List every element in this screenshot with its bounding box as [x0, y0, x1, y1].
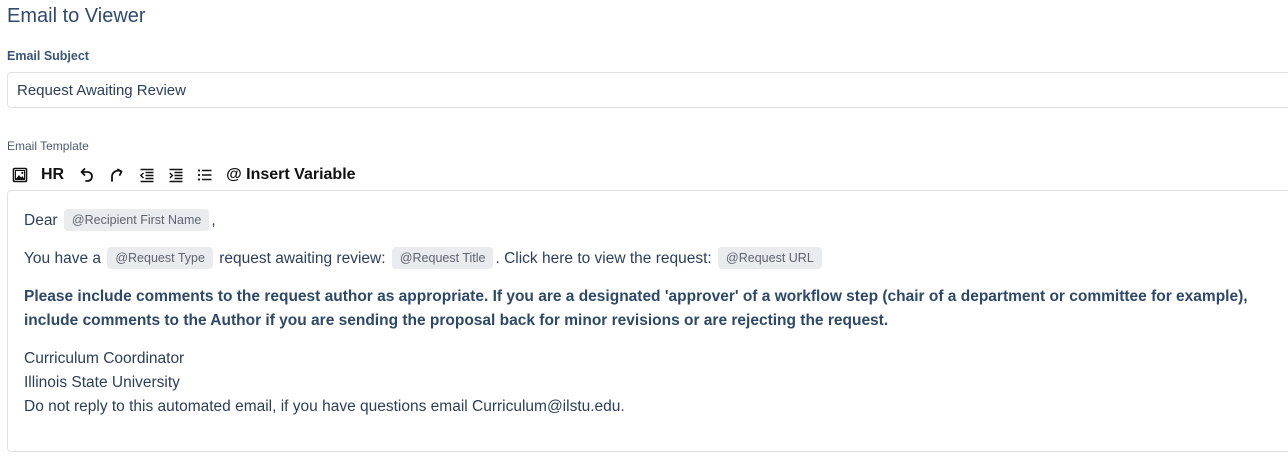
hr-button[interactable]: HR — [41, 163, 64, 187]
redo-icon[interactable] — [108, 163, 126, 187]
variable-chip-recipient-first-name[interactable]: @Recipient First Name — [63, 208, 210, 231]
email-template-editor[interactable]: Dear @Recipient First Name, You have a @… — [7, 190, 1288, 452]
insert-variable-button[interactable]: @ Insert Variable — [226, 163, 355, 187]
request-line: You have a @Request Type request awaitin… — [24, 246, 1288, 271]
image-icon[interactable] — [12, 163, 28, 187]
undo-icon[interactable] — [77, 163, 95, 187]
bullet-list-icon[interactable] — [197, 163, 213, 187]
section-title: Email to Viewer — [7, 5, 146, 27]
email-template-label: Email Template — [7, 139, 89, 153]
request-line-text-1: You have a — [24, 250, 102, 267]
greeting-line: Dear @Recipient First Name, — [24, 208, 1288, 233]
greeting-prefix: Dear — [24, 212, 58, 229]
request-line-text-3: . Click here to view the request: — [495, 250, 712, 267]
editor-toolbar: HR @ Insert Variable — [12, 163, 369, 187]
variable-chip-request-title[interactable]: @Request Title — [391, 246, 494, 269]
indent-icon[interactable] — [168, 163, 184, 187]
instructions-paragraph: Please include comments to the request a… — [24, 288, 1248, 329]
greeting-suffix: , — [211, 212, 216, 229]
variable-chip-request-url[interactable]: @Request URL — [718, 246, 822, 269]
email-subject-label: Email Subject — [7, 49, 89, 63]
signature-line-2: Illinois State University — [24, 374, 180, 391]
signature-line-1: Curriculum Coordinator — [24, 350, 185, 367]
variable-chip-request-type[interactable]: @Request Type — [107, 246, 213, 269]
outdent-icon[interactable] — [139, 163, 155, 187]
email-subject-input[interactable] — [7, 72, 1288, 108]
signature-line-3: Do not reply to this automated email, if… — [24, 398, 625, 415]
request-line-text-2: request awaiting review: — [219, 250, 386, 267]
